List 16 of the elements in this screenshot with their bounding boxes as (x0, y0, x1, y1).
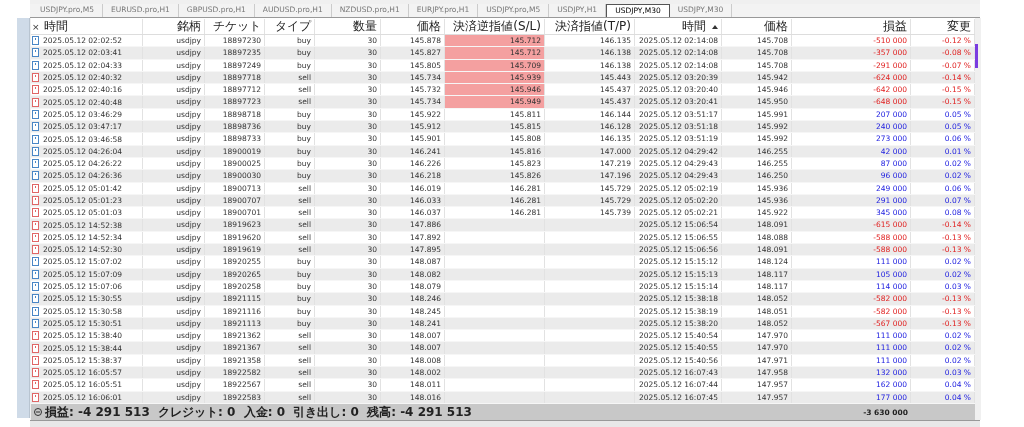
column-header[interactable]: 決済逆指値(S/L) (453, 19, 541, 34)
column-header[interactable]: タイプ (275, 19, 311, 34)
account-summary: 損益: -4 291 513 クレジット: 0 入金: 0 引き出し: 0 残高: -4 291 513 (45, 403, 472, 421)
column-header[interactable]: 決済指値(T/P) (555, 19, 631, 34)
column-header[interactable]: 価格 (417, 19, 441, 34)
scrollbar-thumb[interactable] (975, 44, 978, 68)
column-header[interactable]: 損益 (883, 19, 907, 34)
close-button[interactable]: × (32, 21, 40, 32)
column-header[interactable]: 時間 (43, 19, 68, 34)
collapse-icon[interactable] (34, 408, 42, 417)
column-header[interactable]: 数量 (353, 19, 377, 34)
column-header[interactable]: 変更 (947, 19, 971, 34)
column-header[interactable]: 銘柄 (177, 19, 201, 34)
column-header[interactable]: 時間 (682, 19, 706, 34)
column-header[interactable]: チケット (213, 19, 261, 34)
column-header[interactable]: 価格 (764, 19, 788, 34)
